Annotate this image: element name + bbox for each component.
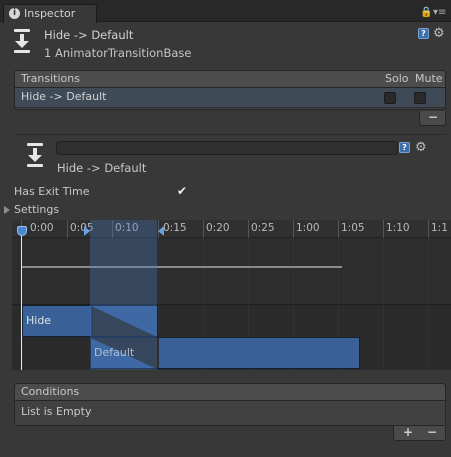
solo-checkbox[interactable] [384,92,396,104]
conditions-footer: + − [393,426,446,441]
timeline-curve-area [12,238,451,304]
tick-label: 1:05 [341,222,365,234]
source-state-label: Hide [26,314,52,327]
transitions-header: Transitions Solo Mute [15,71,445,88]
transition-timeline[interactable]: 0:00 0:05 0:10 0:15 0:20 0:25 1:00 1:05 … [12,220,451,370]
transition-icon [11,29,33,55]
transition-detail-icon [24,143,46,169]
header-subtitle: 1 AnimatorTransitionBase [44,46,192,60]
remove-condition-button[interactable]: − [422,426,442,440]
tab-inspector-label: Inspector [24,7,76,20]
mute-column-label: Mute [415,72,443,85]
tick-label: 1:1 [431,222,448,234]
tick-label: 1:00 [296,222,320,234]
transition-subtitle: Hide -> Default [57,161,147,175]
transitions-title: Transitions [21,72,80,85]
tick-label: 0:25 [251,222,275,234]
transition-curve [21,266,342,268]
header-title: Hide -> Default [44,28,134,42]
tab-menu-icon[interactable]: ▾≡ [433,8,446,18]
tab-bar: i Inspector 🔒 ▾≡ [0,0,451,23]
settings-foldout-arrow-icon[interactable] [4,206,10,214]
lock-icon[interactable]: 🔒 [420,8,432,18]
transition-row-name: Hide -> Default [21,90,107,103]
conditions-list: Conditions List is Empty [14,383,446,426]
section-divider [14,134,446,135]
tab-inspector[interactable]: i Inspector [3,4,97,23]
conditions-header: Conditions [15,384,445,401]
transitions-list: Transitions Solo Mute Hide -> Default [14,70,446,110]
timeline-ruler[interactable]: 0:00 0:05 0:10 0:15 0:20 0:25 1:00 1:05 … [12,220,451,238]
transition-start-handle[interactable] [84,226,90,236]
remove-transition-button[interactable]: − [423,111,443,125]
tick-label: 0:00 [30,222,54,234]
transitions-footer: − [419,111,446,126]
add-condition-button[interactable]: + [398,426,418,440]
info-icon: i [9,8,20,19]
tick-label: 0:20 [206,222,230,234]
exit-time-marker[interactable] [17,226,27,236]
has-exit-time-label: Has Exit Time [14,185,90,198]
playhead[interactable] [21,230,22,370]
help-icon[interactable]: ? [418,28,429,39]
transition-overlap-region[interactable] [90,220,157,370]
transition-gear-icon[interactable]: ⚙ [415,141,427,154]
conditions-title: Conditions [21,385,80,398]
has-exit-time-checkbox[interactable]: ✔ [177,185,189,197]
transition-help-icon[interactable]: ? [399,142,410,153]
tick-label: 0:15 [163,222,187,234]
transition-name-input[interactable] [56,141,398,155]
transition-row[interactable]: Hide -> Default [15,88,445,108]
conditions-empty: List is Empty [15,401,445,425]
solo-column-label: Solo [385,72,409,85]
transition-end-handle[interactable] [158,226,164,236]
settings-foldout-label[interactable]: Settings [14,203,59,216]
conditions-empty-text: List is Empty [21,405,92,418]
gear-icon[interactable]: ⚙ [433,27,445,40]
tick-label: 1:10 [386,222,410,234]
mute-checkbox[interactable] [414,92,426,104]
